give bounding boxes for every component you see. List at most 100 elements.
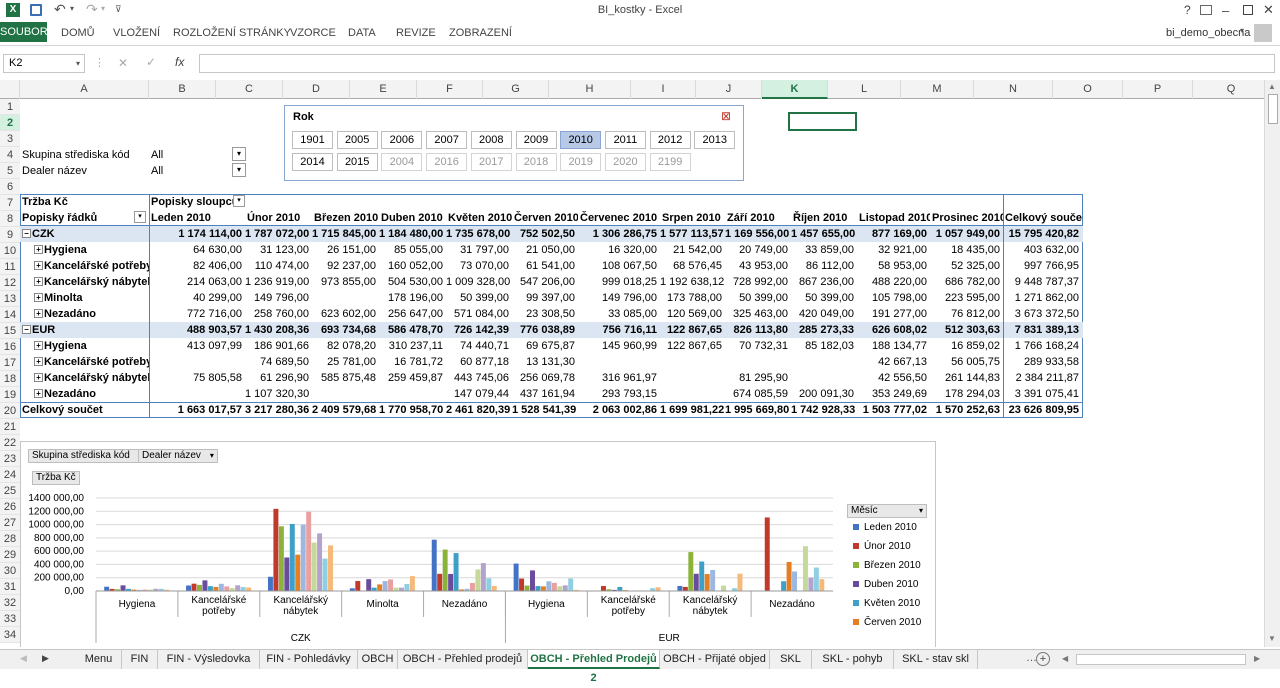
slicer-year-1901[interactable]: 1901	[292, 131, 333, 149]
slicer-year-2019[interactable]: 2019	[560, 153, 602, 171]
name-box-dropdown-icon[interactable]: ▾	[76, 55, 80, 72]
slicer-year-2010[interactable]: 2010	[560, 131, 602, 149]
row-header[interactable]: 16	[0, 339, 20, 355]
row-header[interactable]: 32	[0, 595, 20, 611]
pivot-row-label-cell[interactable]: + Hygiena	[32, 338, 149, 354]
sheet-tab[interactable]: OBCH	[358, 650, 398, 669]
add-sheet-icon[interactable]: +	[1036, 652, 1050, 666]
redo-dropdown-icon[interactable]: ▾	[101, 4, 105, 13]
row-header[interactable]: 10	[0, 243, 20, 259]
pivot-row-label-cell[interactable]: + Minolta	[32, 290, 149, 306]
slicer-year-2199[interactable]: 2199	[649, 153, 691, 171]
row-header[interactable]: 7	[0, 195, 20, 211]
hscroll-left-icon[interactable]: ◀	[1062, 654, 1068, 663]
tab-scroll-right-icon[interactable]: ▶	[42, 653, 49, 664]
column-header-c[interactable]: C	[216, 80, 283, 99]
slicer-year-2013[interactable]: 2013	[694, 131, 736, 149]
undo-dropdown-icon[interactable]: ▾	[70, 4, 74, 13]
row-header[interactable]: 33	[0, 611, 20, 627]
row-header[interactable]: 25	[0, 483, 20, 499]
save-icon[interactable]	[30, 4, 42, 16]
sheet-tab[interactable]: Menu	[76, 650, 122, 669]
row-header[interactable]: 3	[0, 131, 20, 147]
scroll-up-icon[interactable]: ▲	[1268, 82, 1276, 91]
row-header[interactable]: 13	[0, 291, 20, 307]
slicer-year-2012[interactable]: 2012	[649, 131, 691, 149]
user-name[interactable]: bi_demo_obecna	[1166, 24, 1250, 42]
column-header-n[interactable]: N	[974, 80, 1053, 99]
sheet-tab[interactable]: OBCH - Přijaté objed	[660, 650, 770, 669]
row-header[interactable]: 18	[0, 371, 20, 387]
row-header[interactable]: 27	[0, 515, 20, 531]
redo-icon[interactable]: ↷	[86, 1, 98, 18]
slicer-year-2009[interactable]: 2009	[515, 131, 557, 149]
slicer-year-2016[interactable]: 2016	[426, 153, 468, 171]
row-header[interactable]: 5	[0, 163, 20, 179]
column-filter-icon[interactable]: ▾	[233, 195, 245, 207]
row-header[interactable]: 34	[0, 627, 20, 643]
formula-input[interactable]	[199, 54, 1275, 73]
expand-collapse-icon[interactable]: −	[22, 229, 31, 238]
slicer-year-2004[interactable]: 2004	[381, 153, 423, 171]
insert-function-icon[interactable]: fx	[175, 55, 184, 69]
slicer-year-2014[interactable]: 2014	[292, 153, 333, 171]
hscroll-right-icon[interactable]: ▶	[1254, 654, 1260, 663]
expand-collapse-icon[interactable]: +	[34, 245, 43, 254]
row-header[interactable]: 8	[0, 211, 20, 227]
column-header-l[interactable]: L	[828, 80, 901, 99]
tab-revize[interactable]: REVIZE	[396, 24, 436, 42]
column-header-f[interactable]: F	[417, 80, 483, 99]
tab-domu[interactable]: DOMŮ	[61, 24, 95, 42]
tab-data[interactable]: DATA	[348, 24, 376, 42]
slicer-year-2020[interactable]: 2020	[604, 153, 646, 171]
row-header[interactable]: 22	[0, 435, 20, 451]
expand-collapse-icon[interactable]: +	[34, 389, 43, 398]
column-header-i[interactable]: I	[631, 80, 696, 99]
tab-vzorce[interactable]: VZORCE	[290, 24, 336, 42]
row-header[interactable]: 17	[0, 355, 20, 371]
sheet-tab[interactable]: FIN	[122, 650, 158, 669]
sheet-tab[interactable]: FIN - Výsledovka	[158, 650, 260, 669]
row-filter-icon[interactable]: ▾	[134, 211, 146, 223]
user-avatar[interactable]	[1254, 24, 1272, 42]
row-header[interactable]: 19	[0, 387, 20, 403]
pivot-row-label-cell[interactable]: + Kancelářský nábytek	[32, 274, 149, 290]
slicer-year-2017[interactable]: 2017	[470, 153, 512, 171]
sheet-tab[interactable]: SKL - pohyb	[812, 650, 894, 669]
row-header[interactable]: 20	[0, 403, 20, 419]
close-icon[interactable]: ✕	[1263, 2, 1274, 18]
undo-icon[interactable]: ↶	[54, 1, 66, 18]
worksheet-grid[interactable]: Skupina střediska kód All ▾ Dealer název…	[20, 99, 1264, 647]
pivot-row-label-cell[interactable]: + Kancelářské potřeby	[32, 354, 149, 370]
scroll-down-icon[interactable]: ▼	[1268, 634, 1276, 643]
slicer-year-2007[interactable]: 2007	[426, 131, 468, 149]
pivot-row-label-cell[interactable]: − CZK	[20, 226, 149, 242]
user-dropdown-icon[interactable]: ▾	[1240, 26, 1244, 35]
selected-cell-k2[interactable]	[788, 112, 857, 131]
column-header-b[interactable]: B	[149, 80, 216, 99]
row-header[interactable]: 28	[0, 531, 20, 547]
tab-scroll-left-icon[interactable]: ◀	[20, 653, 27, 664]
slicer-year-2015[interactable]: 2015	[336, 153, 378, 171]
pivot-row-label-cell[interactable]: + Nezadáno	[32, 306, 149, 322]
expand-collapse-icon[interactable]: +	[34, 309, 43, 318]
expand-collapse-icon[interactable]: +	[34, 293, 43, 302]
expand-collapse-icon[interactable]: −	[22, 325, 31, 334]
legend-field-button[interactable]: Měsíc ▾	[847, 504, 927, 518]
column-header-p[interactable]: P	[1123, 80, 1193, 99]
row-header[interactable]: 21	[0, 419, 20, 435]
row-header[interactable]: 24	[0, 467, 20, 483]
file-tab[interactable]: SOUBOR	[0, 22, 48, 42]
slicer-year-2011[interactable]: 2011	[604, 131, 646, 149]
clear-filter-icon[interactable]: ⊠	[721, 109, 731, 123]
enter-icon[interactable]: ✓	[146, 55, 156, 69]
expand-collapse-icon[interactable]: +	[34, 373, 43, 382]
row-header[interactable]: 15	[0, 323, 20, 339]
slicer-year-2006[interactable]: 2006	[381, 131, 423, 149]
slicer-year-2018[interactable]: 2018	[515, 153, 557, 171]
column-header-k[interactable]: K	[762, 80, 828, 99]
slicer-year-2008[interactable]: 2008	[470, 131, 512, 149]
row-header[interactable]: 6	[0, 179, 20, 195]
filter-dropdown-icon[interactable]: ▾	[232, 163, 246, 177]
row-header[interactable]: 14	[0, 307, 20, 323]
